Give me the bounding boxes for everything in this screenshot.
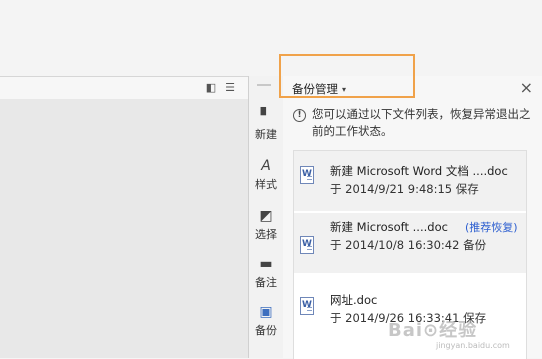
info-icon: ! [293,109,306,122]
tool-note-label: 备注 [255,276,277,289]
note-icon: ▬ [259,256,273,272]
document-area [0,99,248,358]
notice-text: 您可以通过以下文件列表，恢复异常退出之前的工作状态。 [312,107,531,138]
file-name: 新建 Microsoft ....doc [330,220,448,234]
restore-window-icon[interactable]: ◧ [205,82,217,94]
document-tab-bar: ◧ ☰ [0,76,248,100]
close-icon[interactable]: × [520,78,533,97]
style-icon: A [261,158,271,174]
tool-new[interactable]: ▘ 新建 [249,108,283,142]
backup-icon: ▣ [259,304,273,320]
chevron-down-icon: ▾ [342,85,347,94]
side-toolbar: ▘ 新建 A 样式 ◩ 选择 ▬ 备注 ▣ 备份 [248,76,284,358]
panel-title: 备份管理 [292,82,338,96]
panel-title-dropdown[interactable]: 备份管理 ▾ [292,81,346,97]
tool-new-label: 新建 [255,128,277,141]
panel-header: 备份管理 ▾ × [279,54,542,100]
file-date: 于 2014/9/21 9:48:15 保存 [330,182,479,196]
tool-select-label: 选择 [255,228,277,241]
word-doc-icon: W [300,297,314,315]
file-item[interactable]: W 新建 Microsoft ....doc (推荐恢复) 于 2014/10/… [294,213,526,273]
watermark-logo: Bai⊙经验 [388,320,478,341]
collapse-handle[interactable] [257,84,271,86]
tool-backup[interactable]: ▣ 备份 [249,304,283,338]
watermark-url: jingyan.baidu.com [436,341,510,350]
file-name: 网址.doc [330,293,378,307]
tool-select[interactable]: ◩ 选择 [249,208,283,242]
tool-style-label: 样式 [255,178,277,191]
file-date: 于 2014/10/8 16:30:42 备份 [330,238,487,252]
recommend-restore-link[interactable]: (推荐恢复) [465,219,518,235]
word-doc-icon: W [300,166,314,184]
tool-note[interactable]: ▬ 备注 [249,256,283,290]
word-doc-icon: W [300,236,314,254]
new-file-icon: ▘ [260,108,272,124]
top-blank-area [0,0,542,76]
tab-list-icon[interactable]: ☰ [224,82,236,94]
file-item[interactable]: W 新建 Microsoft Word 文档 ....doc 于 2014/9/… [294,151,526,211]
tool-backup-label: 备份 [255,324,277,337]
tool-style[interactable]: A 样式 [249,158,283,192]
file-name: 新建 Microsoft Word 文档 ....doc [330,164,508,178]
select-icon: ◩ [259,208,273,224]
